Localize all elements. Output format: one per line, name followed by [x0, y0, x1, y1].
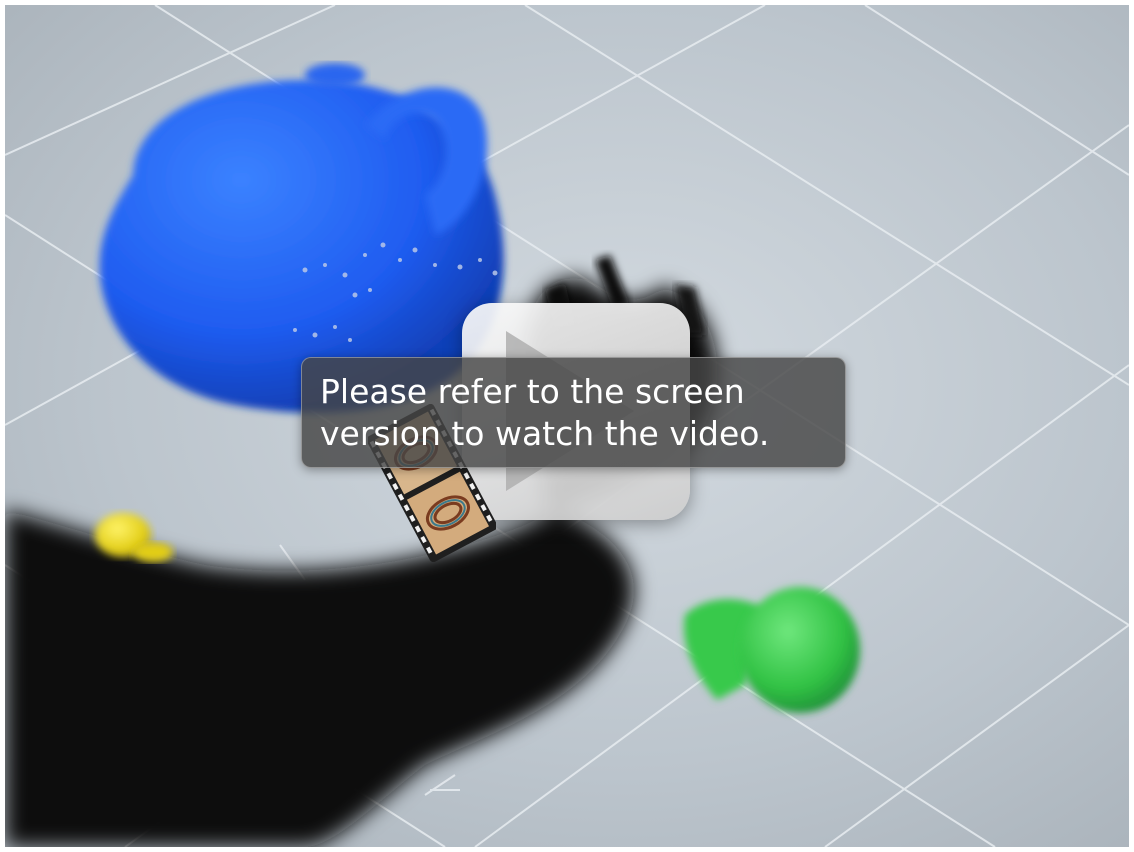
- message-line-1: Please refer to the screen: [320, 372, 745, 411]
- video-frame: Please refer to the screen version to wa…: [0, 0, 1134, 852]
- video-unavailable-message: Please refer to the screen version to wa…: [301, 357, 846, 468]
- message-line-2: version to watch the video.: [320, 414, 770, 453]
